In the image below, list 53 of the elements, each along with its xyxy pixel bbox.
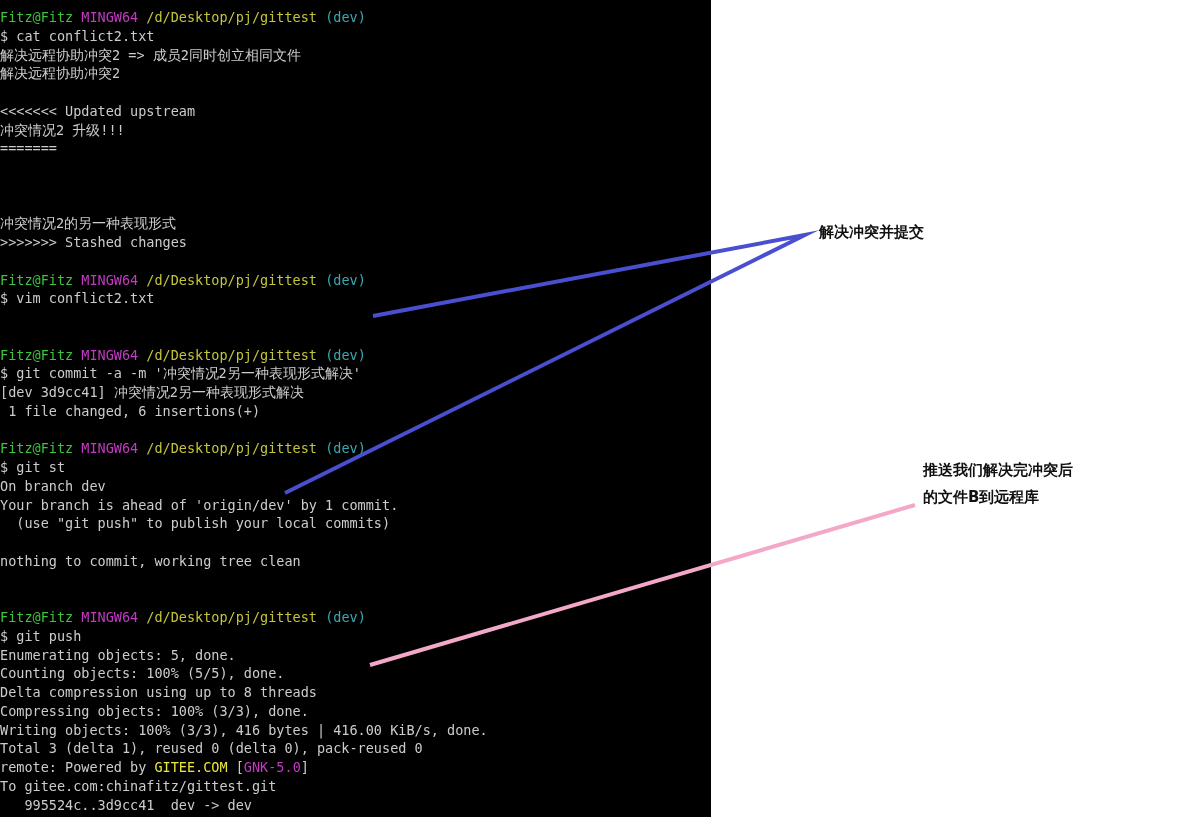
terminal-text: (dev) bbox=[325, 346, 366, 363]
terminal-text: MINGW64 bbox=[81, 609, 140, 625]
annotation-text: 解决冲突并提交 bbox=[819, 222, 924, 243]
terminal-text: Fitz@Fitz bbox=[0, 346, 75, 363]
terminal-text: /d/Desktop/pj/gittest bbox=[146, 440, 318, 457]
terminal-line: Compressing objects: 100% (3/3), done. bbox=[0, 701, 309, 721]
terminal-line: $ cat conflict2.txt bbox=[0, 26, 155, 46]
terminal-text: MINGW64 bbox=[81, 271, 140, 288]
annotation-text: 推送我们解决完冲突后 的文件B到远程库 bbox=[923, 460, 1073, 508]
terminal-line: ======= bbox=[0, 139, 57, 158]
terminal-text: MINGW64 bbox=[81, 9, 140, 25]
terminal-line: 冲突情况2 升级!!! bbox=[0, 120, 125, 140]
terminal-text: (dev) bbox=[325, 609, 366, 625]
terminal-text: MINGW64 bbox=[81, 346, 140, 363]
terminal-line: Your branch is ahead of 'origin/dev' by 1 commit. bbox=[0, 495, 399, 515]
terminal-line: Delta compression using up to 8 threads bbox=[0, 683, 317, 702]
terminal-line: nothing to commit, working tree clean bbox=[0, 551, 301, 571]
terminal-line: $ vim conflict2.txt bbox=[0, 289, 155, 308]
terminal-line: >>>>>>> Stashed changes bbox=[0, 233, 187, 252]
terminal-line: 解决远程协助冲突2 => 成员2同时创立相同文件 bbox=[0, 45, 301, 65]
terminal-text: GNK-5.0 bbox=[243, 759, 301, 775]
terminal-line: $ git st bbox=[0, 458, 66, 477]
terminal-text: [ bbox=[235, 759, 244, 775]
terminal-line: <<<<<<< Updated upstream bbox=[0, 101, 196, 121]
terminal-text: /d/Desktop/pj/gittest bbox=[146, 271, 318, 288]
terminal-line: 解决远程协助冲突2 bbox=[0, 64, 121, 83]
terminal-text: /d/Desktop/pj/gittest bbox=[146, 346, 318, 363]
terminal-line: [dev 3d9cc41] 冲突情况2另一种表现形式解决 bbox=[0, 383, 304, 402]
terminal-text: /d/Desktop/pj/gittest bbox=[146, 609, 318, 625]
terminal-text: Fitz@Fitz bbox=[0, 609, 75, 625]
terminal-text: Fitz@Fitz bbox=[0, 271, 75, 288]
terminal-line: $ git push bbox=[0, 626, 82, 646]
terminal-text: /d/Desktop/pj/gittest bbox=[146, 9, 318, 25]
terminal-line: 995524c..3d9cc41 dev -> dev bbox=[23, 795, 252, 815]
terminal-text: (dev) bbox=[325, 9, 366, 25]
terminal-line: Counting objects: 100% (5/5), done. bbox=[0, 664, 285, 683]
terminal-text: (dev) bbox=[325, 440, 366, 457]
terminal-text: GITEE.COM bbox=[154, 759, 229, 775]
terminal-text: Fitz@Fitz bbox=[0, 440, 75, 457]
terminal-line: $ git commit -a -m '冲突情况2另一种表现形式解决' bbox=[0, 364, 361, 383]
terminal-text: Fitz@Fitz bbox=[0, 9, 75, 25]
terminal-line: Writing objects: 100% (3/3), 416 bytes | 416.00 KiB/s, done. bbox=[0, 720, 488, 740]
terminal-text: MINGW64 bbox=[81, 440, 140, 457]
terminal-text: (dev) bbox=[325, 271, 366, 288]
terminal-line: 冲突情况2的另一种表现形式 bbox=[0, 214, 177, 233]
terminal-line: Enumerating objects: 5, done. bbox=[0, 645, 236, 665]
terminal-text: ] bbox=[300, 759, 309, 775]
terminal-line: To gitee.com:chinafitz/gittest.git bbox=[0, 776, 277, 796]
terminal-line: On branch dev bbox=[0, 476, 106, 496]
terminal-line: 1 file changed, 6 insertions(+) bbox=[7, 401, 261, 421]
terminal-text: remote: Powered by bbox=[0, 759, 148, 775]
terminal-line: Total 3 (delta 1), reused 0 (delta 0), pack-reused 0 bbox=[0, 739, 423, 758]
terminal-line: (use "git push" to publish your local commits) bbox=[15, 514, 391, 533]
